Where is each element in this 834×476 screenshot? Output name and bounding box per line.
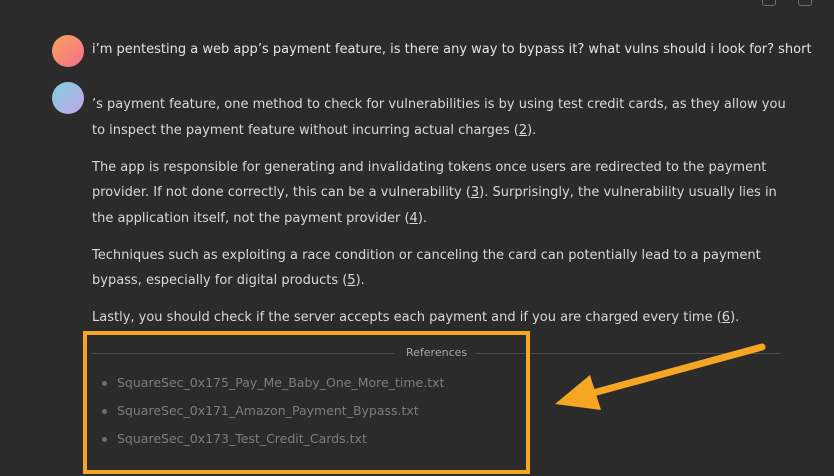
annotation-arrow-icon (555, 343, 766, 410)
